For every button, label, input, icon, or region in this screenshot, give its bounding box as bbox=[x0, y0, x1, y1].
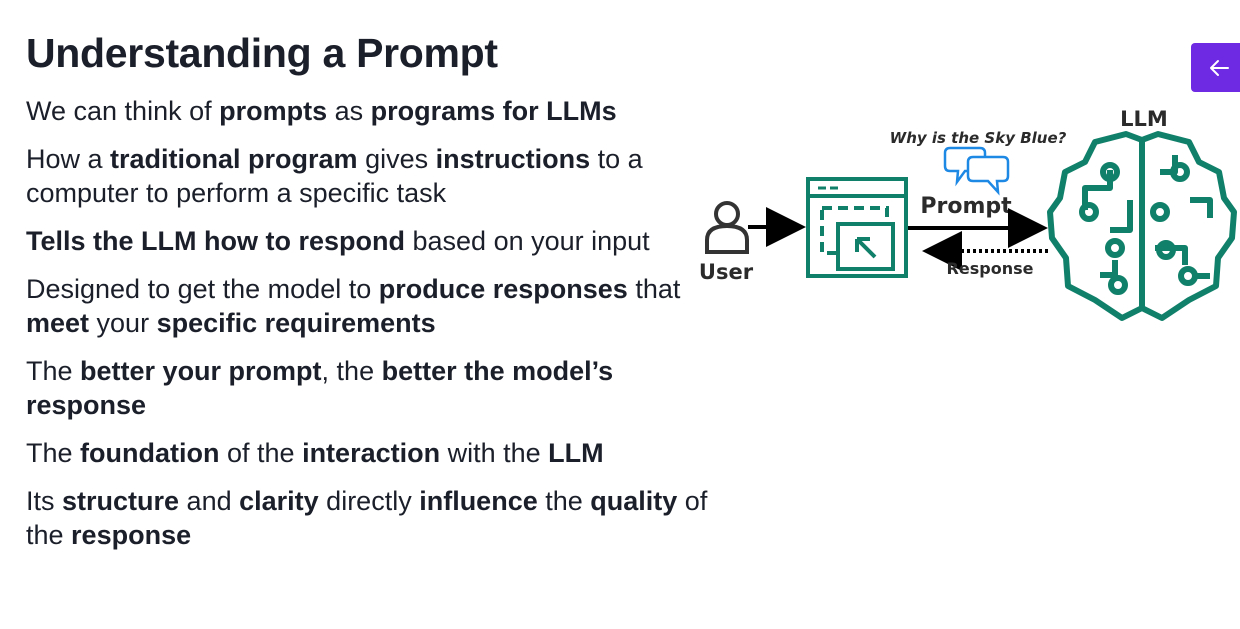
bullet-emphasis: LLM bbox=[548, 438, 604, 468]
prompt-label: Prompt bbox=[920, 194, 1012, 219]
bullet-item: Tells the LLM how to respond based on yo… bbox=[26, 224, 726, 258]
bullet-text: Its bbox=[26, 486, 63, 516]
bullet-emphasis: traditional program bbox=[110, 144, 358, 174]
bullet-text: gives bbox=[357, 144, 436, 174]
chat-bubbles-icon bbox=[943, 146, 1010, 196]
bullet-item: We can think of prompts as programs for … bbox=[26, 94, 726, 128]
bullet-text: , the bbox=[321, 356, 382, 386]
bullet-list: We can think of prompts as programs for … bbox=[26, 94, 726, 566]
bullet-item: Designed to get the model to produce res… bbox=[26, 272, 726, 340]
bullet-emphasis: foundation bbox=[80, 438, 220, 468]
user-label: User bbox=[699, 260, 754, 284]
bullet-emphasis: Tells the LLM how to respond bbox=[26, 226, 405, 256]
bullet-emphasis: specific requirements bbox=[156, 308, 436, 338]
bullet-text: Designed to get the model to bbox=[26, 274, 379, 304]
bullet-item: The foundation of the interaction with t… bbox=[26, 436, 726, 470]
bullet-emphasis: structure bbox=[62, 486, 180, 516]
bullet-emphasis: influence bbox=[419, 486, 538, 516]
page-title: Understanding a Prompt bbox=[26, 30, 498, 76]
bullet-emphasis: produce responses bbox=[378, 274, 628, 304]
brain-circuit-icon bbox=[1047, 131, 1237, 321]
bullet-emphasis: instructions bbox=[435, 144, 591, 174]
bullet-item: How a traditional program gives instruct… bbox=[26, 142, 726, 210]
bullet-text: as bbox=[327, 96, 371, 126]
bullet-emphasis: prompts bbox=[219, 96, 328, 126]
bullet-text: the bbox=[537, 486, 591, 516]
question-text: Why is the Sky Blue? bbox=[890, 129, 1067, 147]
arrow-left-icon bbox=[1209, 59, 1229, 76]
bullet-emphasis: better your prompt bbox=[80, 356, 322, 386]
bullet-text: that bbox=[627, 274, 681, 304]
bullet-emphasis: meet bbox=[26, 308, 90, 338]
bullet-text: and bbox=[179, 486, 240, 516]
bullet-text: directly bbox=[318, 486, 420, 516]
back-button[interactable] bbox=[1191, 43, 1240, 92]
bullet-text: We can think of bbox=[26, 96, 220, 126]
prompt-flow-diagram: User Why is the Sky Blue? Prompt Respons… bbox=[699, 107, 1237, 321]
bullet-emphasis: response bbox=[71, 520, 192, 550]
bullet-item: Its structure and clarity directly influ… bbox=[26, 484, 726, 552]
program-window-icon bbox=[806, 177, 908, 278]
llm-label: LLM bbox=[1120, 107, 1168, 131]
bullet-text: your bbox=[89, 308, 157, 338]
bullet-text: of the bbox=[219, 438, 303, 468]
user-icon bbox=[705, 201, 749, 254]
response-label: Response bbox=[947, 259, 1034, 278]
bullet-text: The bbox=[26, 356, 81, 386]
bullet-text: How a bbox=[26, 144, 111, 174]
bullet-emphasis: quality bbox=[590, 486, 678, 516]
bullet-item: The better your prompt, the better the m… bbox=[26, 354, 726, 422]
bullet-text: based on your input bbox=[405, 226, 650, 256]
bullet-text: The bbox=[26, 438, 81, 468]
bullet-emphasis: clarity bbox=[239, 486, 319, 516]
slide: Understanding a Prompt We can think of p… bbox=[0, 0, 1240, 629]
bullet-emphasis: interaction bbox=[302, 438, 441, 468]
bullet-emphasis: programs for LLMs bbox=[370, 96, 617, 126]
bullet-text: with the bbox=[440, 438, 549, 468]
